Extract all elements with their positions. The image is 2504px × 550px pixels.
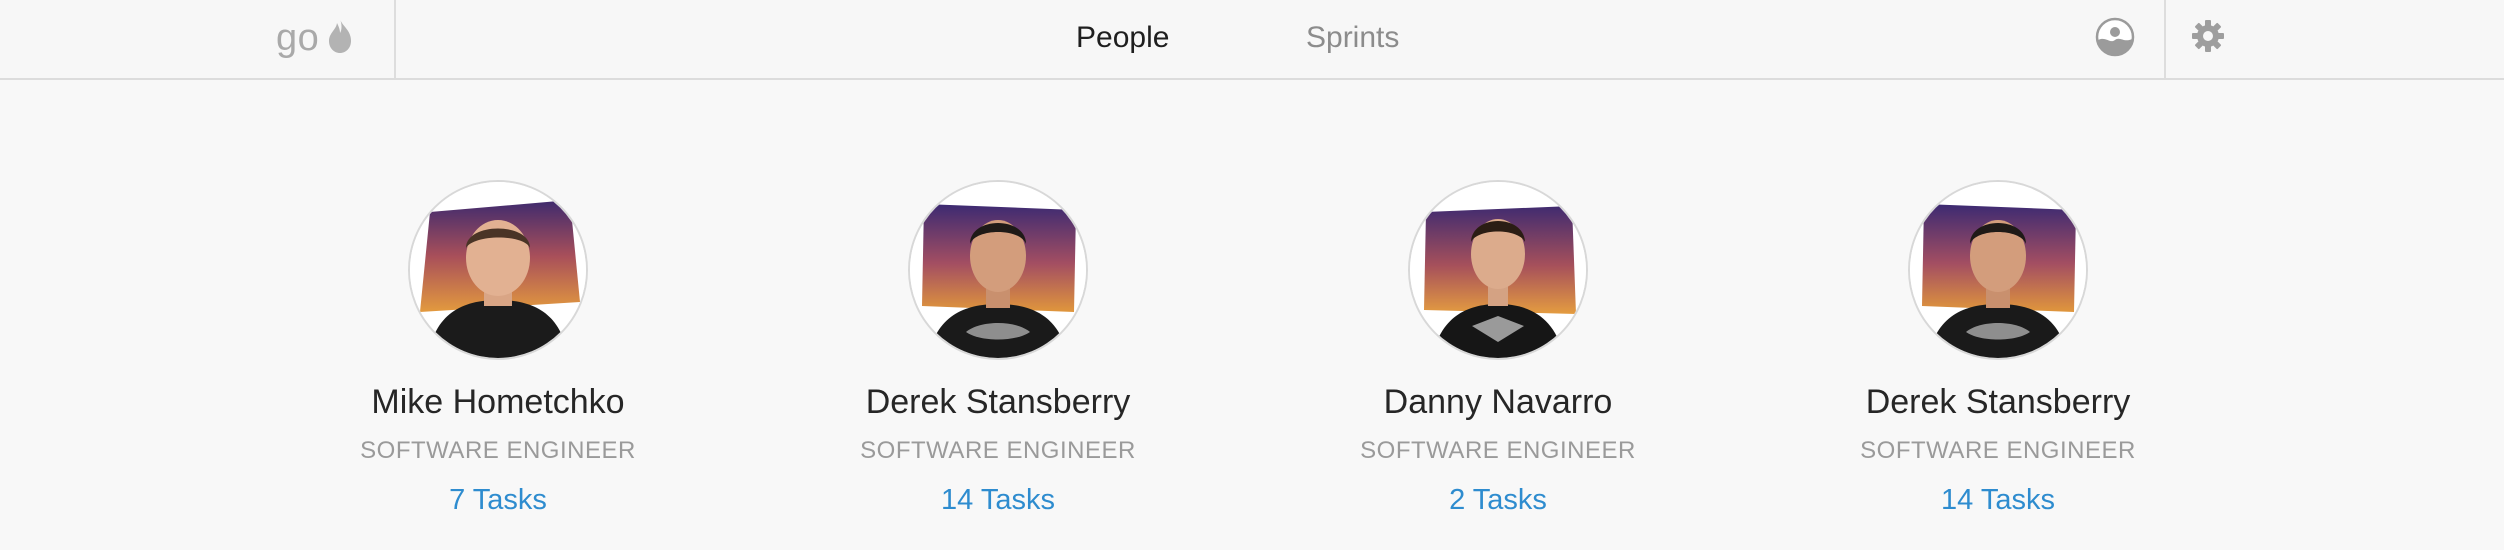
- brand-text: go: [276, 16, 320, 59]
- tab-sprints[interactable]: Sprints: [1306, 18, 1399, 58]
- person-card[interactable]: Danny Navarro SOFTWARE ENGINEER 2 Tasks: [1288, 180, 1708, 518]
- tab-people[interactable]: People: [1076, 18, 1169, 58]
- person-role: SOFTWARE ENGINEER: [360, 437, 636, 464]
- person-role: SOFTWARE ENGINEER: [1860, 437, 2136, 464]
- top-navigation-bar: go People Sprints: [0, 0, 2504, 80]
- person-name: Derek Stansberry: [865, 383, 1131, 421]
- gear-icon[interactable]: [2190, 16, 2232, 58]
- user-avatar-icon[interactable]: [2094, 16, 2136, 58]
- person-name: Derek Stansberry: [1865, 383, 2131, 421]
- person-card[interactable]: Derek Stansberry SOFTWARE ENGINEER 14 Ta…: [1788, 180, 2208, 518]
- brand-logo[interactable]: go: [276, 14, 353, 62]
- flame-icon: [327, 18, 353, 59]
- person-tasks-link[interactable]: 14 Tasks: [788, 482, 1208, 518]
- person-role: SOFTWARE ENGINEER: [860, 437, 1136, 464]
- person-role: SOFTWARE ENGINEER: [1360, 437, 1636, 464]
- header-divider-left: [394, 0, 396, 78]
- person-name: Danny Navarro: [1383, 383, 1613, 421]
- avatar[interactable]: [908, 180, 1088, 360]
- avatar[interactable]: [1408, 180, 1588, 360]
- person-tasks-link[interactable]: 7 Tasks: [288, 482, 708, 518]
- person-tasks-link[interactable]: 2 Tasks: [1288, 482, 1708, 518]
- person-name: Mike Hometchko: [371, 383, 625, 421]
- avatar[interactable]: [1908, 180, 2088, 360]
- header-divider-right: [2164, 0, 2166, 78]
- avatar[interactable]: [408, 180, 588, 360]
- person-card[interactable]: Derek Stansberry SOFTWARE ENGINEER 14 Ta…: [788, 180, 1208, 518]
- person-tasks-link[interactable]: 14 Tasks: [1788, 482, 2208, 518]
- person-card[interactable]: Mike Hometchko SOFTWARE ENGINEER 7 Tasks: [288, 180, 708, 518]
